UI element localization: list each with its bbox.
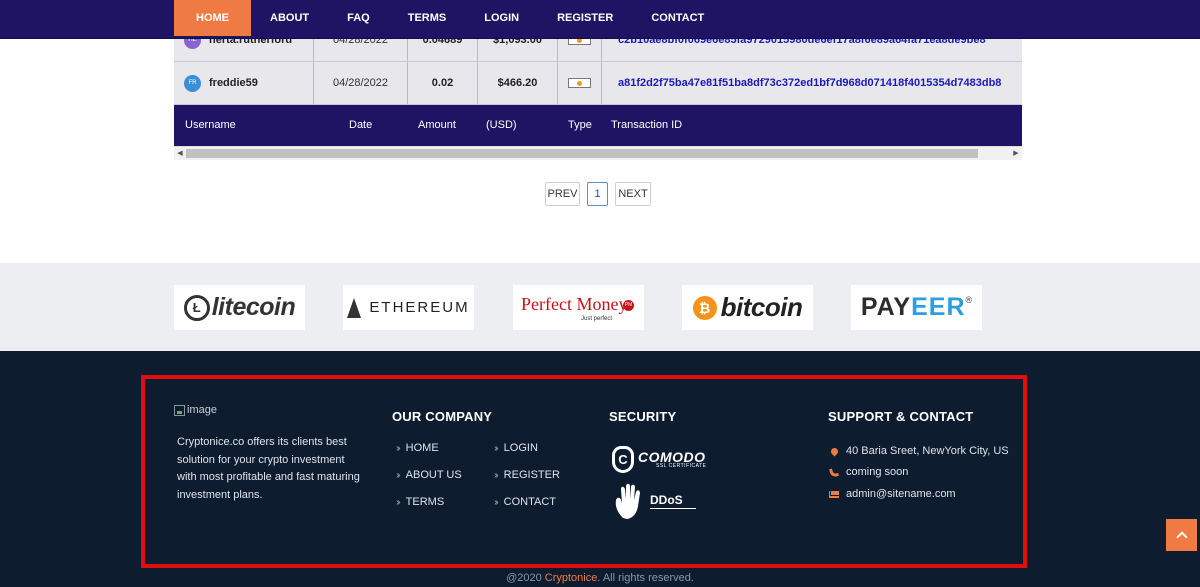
litecoin-icon: Ł [183,294,210,321]
chevron-up-icon [1175,531,1188,543]
header-username: Username [185,119,236,131]
payeer-logo: PAY EER ® [851,285,982,330]
chevron-right-icon: ›› [494,496,498,508]
footer-support-heading: SUPPORT & CONTACT [828,409,974,424]
copyright-text: @2020 Cryptonice. All rights reserved. [506,572,694,584]
header-date: Date [349,119,373,131]
ethereum-icon [347,297,362,318]
site-footer: image Cryptonice.co offers its clients b… [0,351,1200,587]
footer-link-register[interactable]: ›› REGISTER [494,469,560,481]
nav-faq[interactable]: FAQ [328,0,389,36]
map-pin-icon [829,446,839,456]
comodo-shield-icon: C [612,446,634,473]
nav-home[interactable]: HOME [174,0,251,36]
chevron-right-icon: ›› [494,442,498,454]
footer-logo: image [174,404,217,416]
litecoin-logo: Ł litecoin [174,285,305,330]
broken-image-icon [174,404,185,416]
back-to-top-button[interactable] [1166,519,1197,551]
footer-link-home[interactable]: ›› HOME [396,442,439,454]
perfect-money-icon: PM [623,299,634,311]
page-1-button[interactable]: 1 [587,182,608,206]
pagination: PREV 1 NEXT [545,182,651,206]
table-header-row: Username Date Amount (USD) Type Transact… [174,105,1022,146]
footer-about-text: Cryptonice.co offers its clients best so… [177,436,360,501]
header-amount: Amount [418,119,456,131]
horizontal-scrollbar[interactable]: ◀ ▶ [174,146,1022,160]
footer-link-contact[interactable]: ›› CONTACT [494,496,556,508]
chevron-right-icon: ›› [396,496,400,508]
scroll-right-arrow-icon[interactable]: ▶ [1010,147,1022,160]
transaction-id-link[interactable]: a81f2d2f75ba47e81f51ba8df73c372ed1bf7d96… [602,62,1022,104]
date-cell: 04/28/2022 [314,62,408,104]
perfect-money-logo: Perfect Money PM Just perfect [513,285,644,330]
nav-menu: HOME ABOUT FAQ TERMS LOGIN REGISTER CONT… [174,0,723,36]
contact-email[interactable]: admin@sitename.com [829,488,956,500]
usd-cell: $466.20 [478,62,558,104]
prev-page-button[interactable]: PREV [545,182,580,206]
chevron-right-icon: ›› [396,469,400,481]
username: freddie59 [209,77,258,89]
avatar: FR [184,74,201,92]
contact-address: 40 Baria Sreet, NewYork City, US [829,445,1009,457]
footer-link-login[interactable]: ›› LOGIN [494,442,538,454]
nav-contact[interactable]: CONTACT [632,0,723,36]
brand-link[interactable]: Cryptonice [545,572,598,584]
hand-icon [615,483,640,519]
ethereum-logo: ETHEREUM [343,285,474,330]
bitcoin-logo: ₿ bitcoin [682,285,813,330]
nav-terms[interactable]: TERMS [389,0,466,36]
scroll-left-arrow-icon[interactable]: ◀ [174,147,186,160]
username-cell: FR freddie59 [174,62,314,104]
scrollbar-thumb[interactable] [186,149,978,158]
nav-login[interactable]: LOGIN [465,0,538,36]
footer-link-terms[interactable]: ›› TERMS [396,496,444,508]
chevron-right-icon: ›› [494,469,498,481]
amount-cell: 0.02 [408,62,478,104]
payment-methods-strip: Ł litecoin ETHEREUM Perfect Money PM Jus… [0,263,1200,351]
nav-about[interactable]: ABOUT [251,0,328,36]
header-transaction-id: Transaction ID [611,119,683,131]
top-navbar: HOME ABOUT FAQ TERMS LOGIN REGISTER CONT… [0,0,1200,39]
next-page-button[interactable]: NEXT [615,182,651,206]
bitcoin-icon: ₿ [692,295,717,320]
table-row: FR freddie59 04/28/2022 0.02 $466.20 a81… [174,61,1022,105]
ddos-protection-badge: DDoS [613,482,696,520]
bitcoin-icon [568,78,591,88]
nav-register[interactable]: REGISTER [538,0,632,36]
comodo-ssl-badge: C COMODO SSL CERTIFICATE [612,446,706,473]
header-type: Type [568,119,592,131]
phone-icon [828,466,840,478]
header-usd: (USD) [486,119,517,131]
type-cell [558,62,602,104]
footer-link-about-us[interactable]: ›› ABOUT US [396,469,462,481]
chevron-right-icon: ›› [396,442,400,454]
contact-phone: coming soon [828,466,908,478]
footer-company-heading: OUR COMPANY [392,409,493,424]
envelope-icon [829,489,839,499]
footer-security-heading: SECURITY [609,409,677,424]
